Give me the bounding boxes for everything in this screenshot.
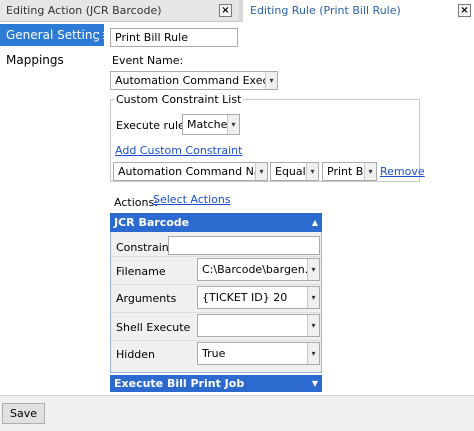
- chevron-down-icon[interactable]: ▾: [227, 115, 239, 134]
- collapse-icon[interactable]: ▲: [312, 213, 318, 232]
- action-header-title: JCR Barcode: [114, 216, 190, 229]
- action-constraint-input[interactable]: [168, 236, 320, 255]
- actions-label: Actions:: [114, 196, 158, 209]
- action-header-execute-bill-print-job[interactable]: Execute Bill Print Job ▼: [110, 375, 322, 392]
- filename-label: Filename: [116, 265, 166, 278]
- custom-constraint-title: Custom Constraint List: [114, 93, 244, 106]
- chevron-down-icon[interactable]: ▾: [364, 163, 376, 180]
- chevron-down-icon[interactable]: ▾: [265, 72, 277, 89]
- constraint-field-select[interactable]: Automation Command Name ▾: [113, 162, 268, 181]
- row-divider: [111, 312, 321, 313]
- chevron-down-icon[interactable]: ▾: [255, 163, 267, 180]
- select-actions-link[interactable]: Select Actions: [153, 193, 231, 206]
- action-header-title: Execute Bill Print Job: [114, 377, 245, 390]
- arguments-value: {TICKET ID} 20: [202, 291, 288, 304]
- expand-icon[interactable]: ▼: [312, 375, 318, 392]
- left-panel-header: Editing Action (JCR Barcode) ×: [0, 0, 239, 22]
- execute-rule-select[interactable]: Matches ▾: [182, 114, 240, 135]
- left-panel-title: Editing Action (JCR Barcode): [6, 4, 162, 17]
- constraint-operator-select[interactable]: Equals ▾: [270, 162, 319, 181]
- hidden-value: True: [202, 347, 226, 360]
- nav-item-general-settings[interactable]: General Settings: [0, 24, 106, 46]
- rule-editor-title: Editing Rule (Print Bill Rule): [250, 4, 401, 17]
- event-name-label: Event Name:: [112, 54, 184, 67]
- chevron-down-icon[interactable]: ▾: [307, 315, 319, 336]
- nav-selection-arrow-icon: [96, 30, 103, 42]
- shell-execute-label: Shell Execute: [116, 321, 191, 334]
- remove-constraint-link[interactable]: Remove: [380, 165, 425, 178]
- filename-value: C:\Barcode\bargen.bat: [202, 263, 320, 276]
- shell-execute-select[interactable]: ▾: [197, 314, 320, 337]
- constraint-field-value: Automation Command Name: [118, 165, 268, 178]
- row-divider: [111, 256, 321, 257]
- nav-item-mappings[interactable]: Mappings: [0, 49, 104, 71]
- chevron-down-icon[interactable]: ▾: [307, 287, 319, 308]
- row-divider: [111, 284, 321, 285]
- add-custom-constraint-link[interactable]: Add Custom Constraint: [115, 144, 242, 157]
- rule-name-input[interactable]: Print Bill Rule: [110, 28, 238, 47]
- event-name-select[interactable]: Automation Command Executed ▾: [110, 71, 278, 90]
- settings-nav: General Settings Mappings: [0, 23, 106, 395]
- event-name-value: Automation Command Executed: [115, 74, 278, 87]
- chevron-down-icon[interactable]: ▾: [307, 343, 319, 364]
- filename-select[interactable]: C:\Barcode\bargen.bat ▾: [197, 258, 320, 281]
- arguments-label: Arguments: [116, 292, 177, 305]
- hidden-label: Hidden: [116, 348, 156, 361]
- arguments-select[interactable]: {TICKET ID} 20 ▾: [197, 286, 320, 309]
- close-icon[interactable]: ×: [458, 4, 471, 17]
- panel-splitter[interactable]: [239, 0, 243, 22]
- chevron-down-icon[interactable]: ▾: [306, 163, 318, 180]
- action-header-jcr-barcode[interactable]: JCR Barcode ▲: [110, 213, 322, 232]
- bottom-toolbar: [0, 395, 474, 431]
- constraint-value-select[interactable]: Print Bill ▾: [322, 162, 377, 181]
- close-icon[interactable]: ×: [219, 4, 232, 17]
- chevron-down-icon[interactable]: ▾: [307, 259, 319, 280]
- save-button[interactable]: Save: [2, 403, 45, 424]
- hidden-select[interactable]: True ▾: [197, 342, 320, 365]
- row-divider: [111, 340, 321, 341]
